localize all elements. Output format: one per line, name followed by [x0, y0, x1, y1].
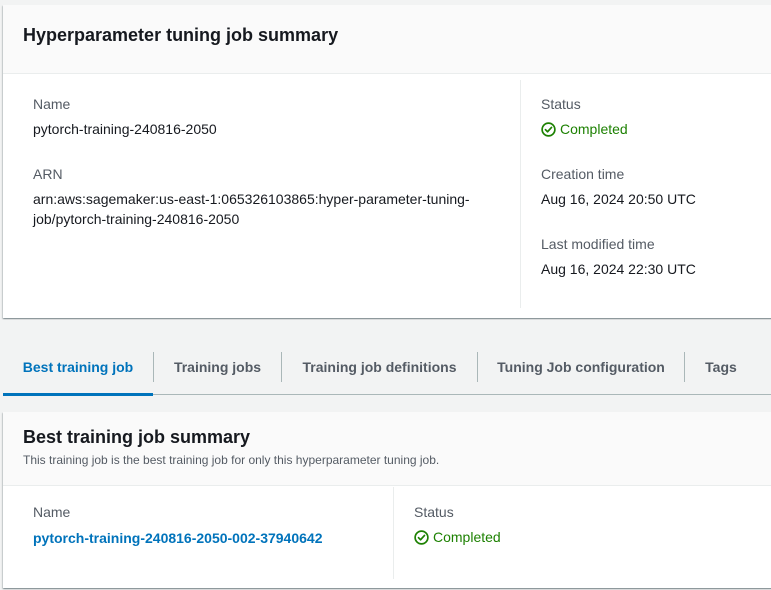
best-header: Best training job summary This training …: [3, 412, 771, 486]
best-status-text: Completed: [433, 529, 501, 545]
summary-column-divider: [520, 80, 521, 308]
name-value: pytorch-training-240816-2050: [33, 121, 217, 137]
summary-right-column: Status Completed Creation time Aug 16, 2…: [541, 94, 771, 279]
creation-time-value: Aug 16, 2024 20:50 UTC: [541, 191, 696, 207]
summary-header: Hyperparameter tuning job summary: [3, 5, 771, 74]
creation-time-label: Creation time: [541, 166, 625, 182]
tab-training-job-definitions[interactable]: Training job definitions: [282, 340, 477, 395]
status-text: Completed: [560, 121, 628, 137]
summary-title: Hyperparameter tuning job summary: [23, 25, 339, 45]
tab-training-jobs[interactable]: Training jobs: [154, 340, 281, 395]
best-title: Best training job summary: [23, 427, 251, 447]
best-training-job-panel: Best training job summary This training …: [3, 412, 771, 588]
best-left-column: Name pytorch-training-240816-2050-002-37…: [33, 502, 383, 548]
status-success-icon: [541, 121, 556, 137]
status-badge: Completed: [541, 119, 771, 139]
tab-tuning-job-configuration[interactable]: Tuning Job configuration: [478, 340, 684, 395]
arn-label: ARN: [33, 166, 63, 182]
best-training-job-link[interactable]: pytorch-training-240816-2050-002-3794064…: [33, 528, 383, 548]
best-name-label: Name: [33, 504, 71, 520]
best-description: This training job is the best training j…: [23, 453, 440, 467]
tab-bar: Best training job Training jobs Training…: [3, 340, 771, 396]
arn-value: arn:aws:sagemaker:us-east-1:065326103865…: [33, 189, 503, 229]
status-success-icon: [414, 529, 429, 545]
name-label: Name: [33, 96, 71, 112]
last-modified-value: Aug 16, 2024 22:30 UTC: [541, 261, 696, 277]
arn-line-1: arn:aws:sagemaker:us-east-1:065326103865…: [33, 191, 470, 207]
best-status-label: Status: [414, 504, 454, 520]
best-status-badge: Completed: [414, 527, 714, 547]
arn-line-2: job/pytorch-training-240816-2050: [33, 211, 240, 227]
best-right-column: Status Completed: [414, 502, 714, 547]
tab-best-training-job[interactable]: Best training job: [3, 340, 153, 396]
tuning-job-summary-panel: Hyperparameter tuning job summary Name p…: [3, 5, 771, 318]
last-modified-label: Last modified time: [541, 236, 655, 252]
best-column-divider: [393, 487, 394, 579]
status-label: Status: [541, 96, 581, 112]
summary-left-column: Name pytorch-training-240816-2050 ARN ar…: [33, 94, 503, 229]
tab-tags[interactable]: Tags: [685, 340, 757, 395]
